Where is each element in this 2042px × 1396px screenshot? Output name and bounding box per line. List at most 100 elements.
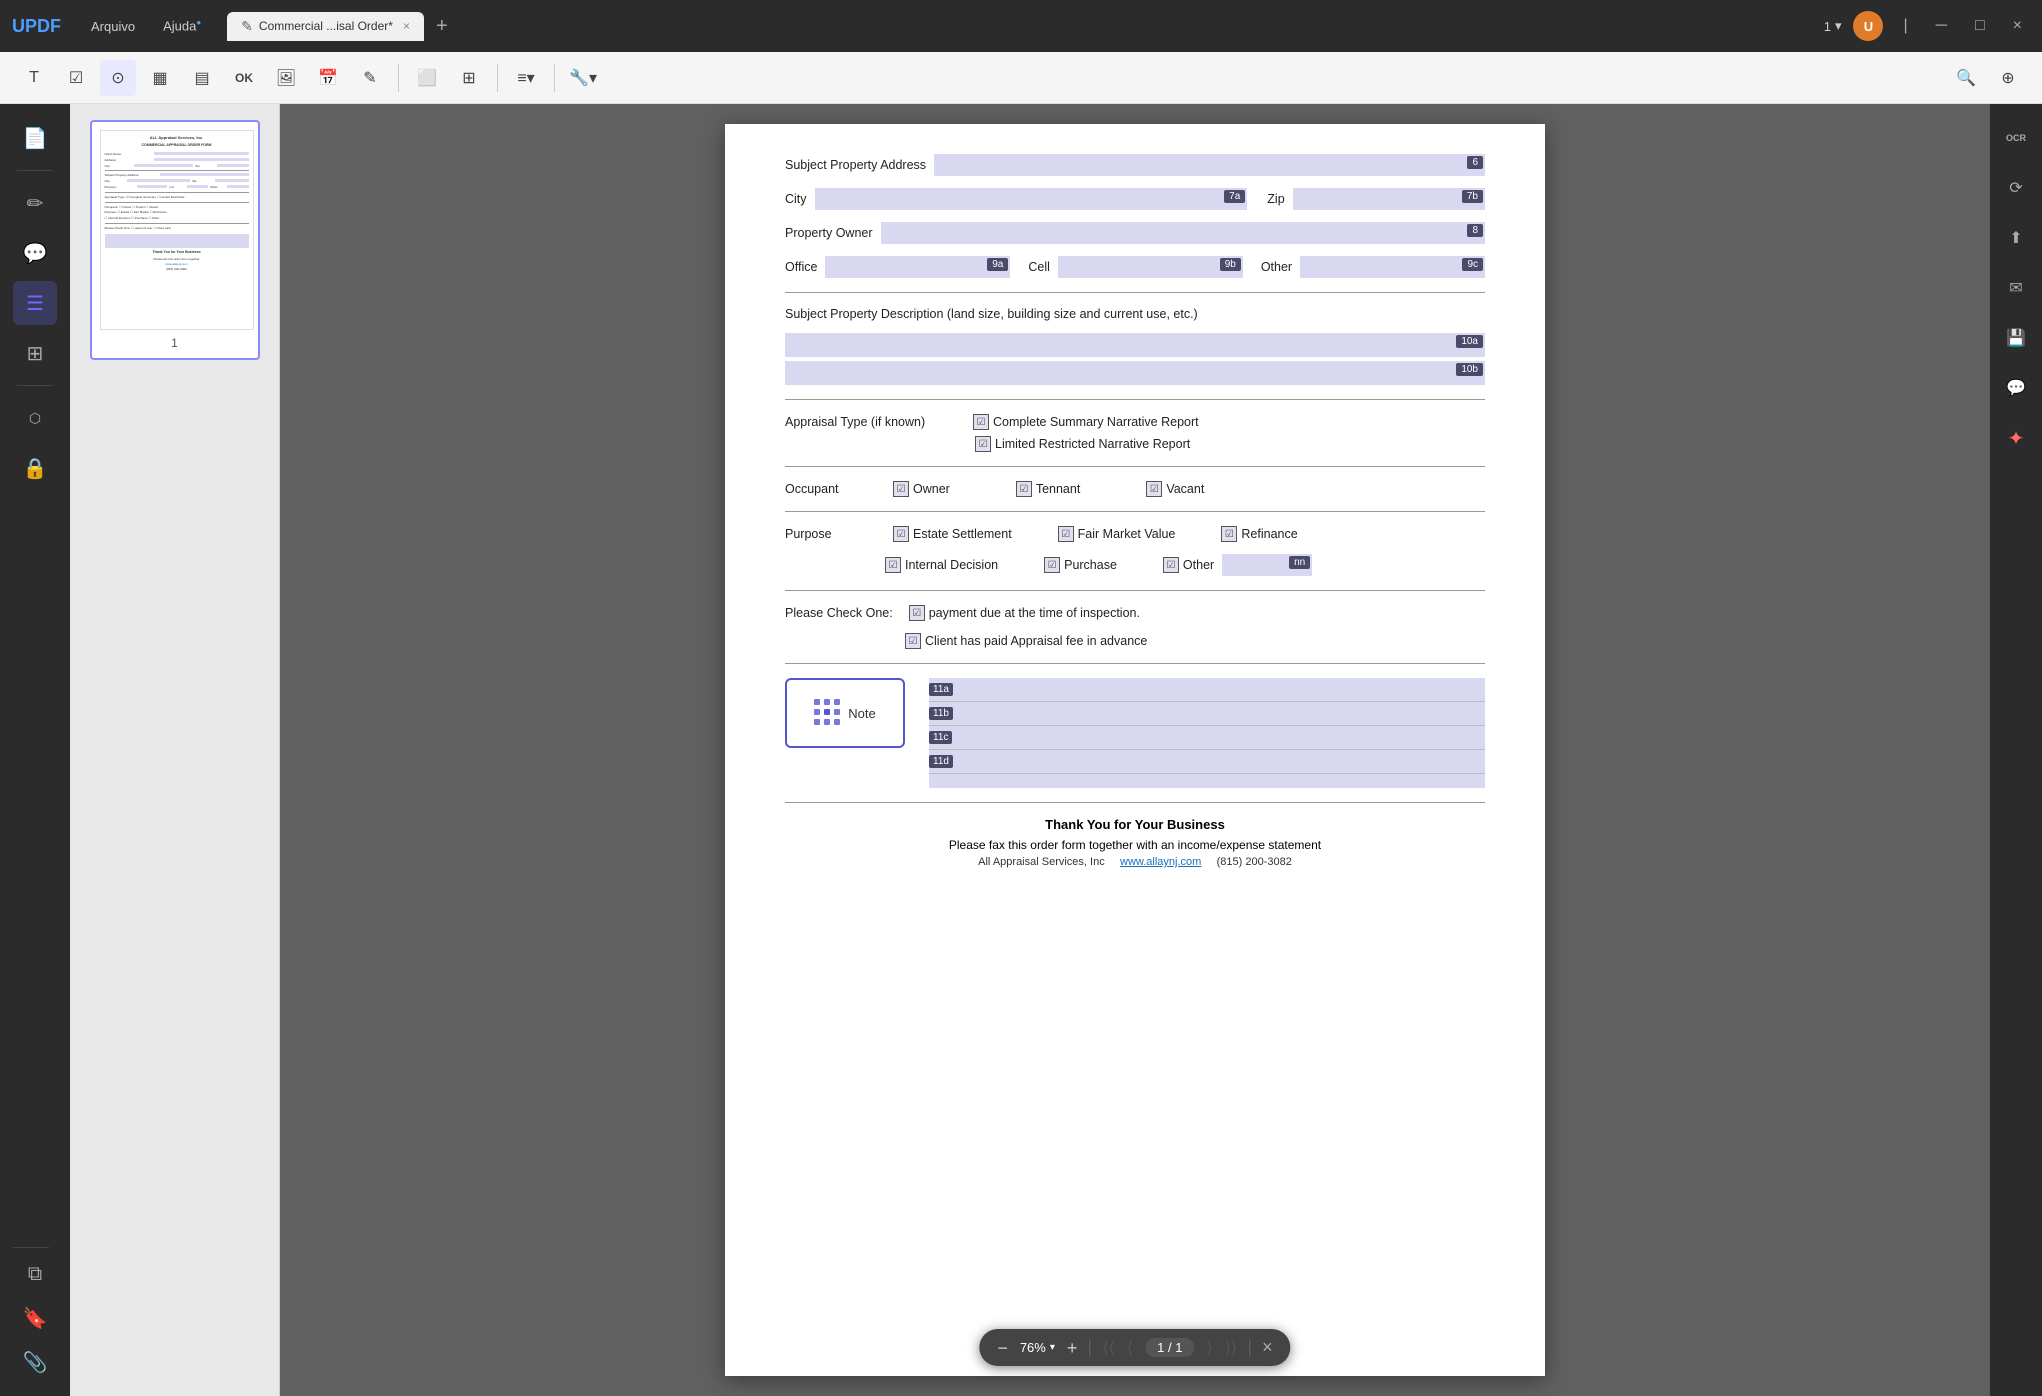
- tab-close-button[interactable]: ×: [403, 19, 410, 33]
- tennant-item[interactable]: ☑ Tennant: [1016, 481, 1080, 497]
- close-button[interactable]: ×: [2005, 15, 2030, 37]
- sidebar-organize-icon[interactable]: ⊞: [13, 331, 57, 375]
- vacant-item[interactable]: ☑ Vacant: [1146, 481, 1204, 497]
- text-tool-button[interactable]: T: [16, 60, 52, 96]
- purchase-checkbox[interactable]: ☑: [1044, 557, 1060, 573]
- city-field[interactable]: 7a: [815, 188, 1248, 210]
- right-upload-icon[interactable]: ⬆: [1994, 216, 2038, 260]
- right-chat-icon[interactable]: 💬: [1994, 366, 2038, 410]
- right-mail-icon[interactable]: ✉: [1994, 266, 2038, 310]
- sidebar-edit-icon[interactable]: ✏: [13, 181, 57, 225]
- right-star-icon[interactable]: ✦: [1994, 416, 2038, 460]
- zip-field[interactable]: 7b: [1293, 188, 1485, 210]
- sidebar-annotate-icon[interactable]: 💬: [13, 231, 57, 275]
- search-button[interactable]: 🔍: [1948, 60, 1984, 96]
- ok-tool-button[interactable]: OK: [226, 60, 262, 96]
- checkbox-tool-button[interactable]: ☑: [58, 60, 94, 96]
- subject-desc-field-a[interactable]: 10a: [785, 333, 1485, 357]
- minimize-button[interactable]: ─: [1928, 15, 1955, 37]
- sidebar-protect-icon[interactable]: 🔒: [13, 446, 57, 490]
- sidebar-attachment-icon[interactable]: 📎: [13, 1340, 57, 1384]
- current-tab[interactable]: ✎ Commercial ...isal Order* ×: [227, 12, 424, 41]
- sidebar-reader-icon[interactable]: 📄: [13, 116, 57, 160]
- zoom-out-button[interactable]: −: [997, 1339, 1008, 1357]
- website-link[interactable]: www.allaynj.com: [1120, 856, 1201, 868]
- image-tool-button[interactable]: 🖼: [268, 60, 304, 96]
- menu-ajuda[interactable]: Ajuda●: [153, 14, 211, 37]
- radio-tool-button[interactable]: ⊙: [100, 60, 136, 96]
- zoom-arrow[interactable]: ▾: [1050, 1342, 1055, 1353]
- sidebar-forms-icon[interactable]: ☰: [13, 281, 57, 325]
- fair-market-checkbox[interactable]: ☑: [1058, 526, 1074, 542]
- right-convert-icon[interactable]: ⟳: [1994, 166, 2038, 210]
- note-field-11d[interactable]: 11d: [929, 750, 1485, 774]
- internal-decision-checkbox[interactable]: ☑: [885, 557, 901, 573]
- right-save-icon[interactable]: 💾: [1994, 316, 2038, 360]
- client-paid-item[interactable]: ☑ Client has paid Appraisal fee in advan…: [905, 633, 1147, 649]
- note-field-11c[interactable]: 11c: [929, 726, 1485, 750]
- subject-address-field[interactable]: 6: [934, 154, 1485, 176]
- last-page-button[interactable]: ⟩⟩: [1225, 1338, 1237, 1358]
- zoom-level-display[interactable]: 76% ▾: [1020, 1340, 1055, 1355]
- zoom-button[interactable]: ⊕: [1990, 60, 2026, 96]
- align-tool-button[interactable]: ≡▾: [508, 60, 544, 96]
- other2-checkbox[interactable]: ☑: [1163, 557, 1179, 573]
- wrench-tool-button[interactable]: 🔧▾: [565, 60, 601, 96]
- right-sidebar: OCR ⟳ ⬆ ✉ 💾 💬 ✦: [1990, 104, 2042, 1396]
- right-ocr-icon[interactable]: OCR: [1994, 116, 2038, 160]
- property-owner-field[interactable]: 8: [881, 222, 1485, 244]
- internal-decision-item[interactable]: ☑ Internal Decision: [885, 557, 998, 573]
- sign-tool-button[interactable]: ✎: [352, 60, 388, 96]
- other2-field[interactable]: nn: [1222, 554, 1312, 576]
- estate-item[interactable]: ☑ Estate Settlement: [893, 526, 1012, 542]
- thumbnail-image-1: ALL Appraisal Services, Inc. COMMERCIAL …: [100, 130, 254, 330]
- office-field[interactable]: 9a: [825, 256, 1010, 278]
- limited-restricted-item[interactable]: ☑ Limited Restricted Narrative Report: [975, 436, 1190, 452]
- main-content: 📄 ✏ 💬 ☰ ⊞ ⬡ 🔒 ⧉ 🔖 📎 ALL Appraisal Servic…: [0, 104, 2042, 1396]
- zoom-in-button[interactable]: +: [1067, 1339, 1078, 1357]
- user-avatar[interactable]: U: [1853, 11, 1883, 41]
- other2-item[interactable]: ☑ Other nn: [1163, 554, 1312, 576]
- grid-tool-button[interactable]: ⊞: [451, 60, 487, 96]
- client-paid-checkbox[interactable]: ☑: [905, 633, 921, 649]
- other-field[interactable]: 9c: [1300, 256, 1485, 278]
- limited-restricted-checkbox[interactable]: ☑: [975, 436, 991, 452]
- prev-page-button[interactable]: ⟨: [1127, 1338, 1133, 1358]
- payment-due-item[interactable]: ☑ payment due at the time of inspection.: [909, 605, 1140, 621]
- first-page-button[interactable]: ⟨⟨: [1102, 1338, 1114, 1358]
- complete-summary-checkbox[interactable]: ☑: [973, 414, 989, 430]
- purchase-item[interactable]: ☑ Purchase: [1044, 557, 1117, 573]
- sidebar-bookmark-icon[interactable]: 🔖: [13, 1296, 57, 1340]
- note-field[interactable]: 11a 11b 11c 11d: [929, 678, 1485, 788]
- date-tool-button[interactable]: 📅: [310, 60, 346, 96]
- owner-item[interactable]: ☑ Owner: [893, 481, 950, 497]
- cell-field[interactable]: 9b: [1058, 256, 1243, 278]
- page-nav-arrow[interactable]: ▾: [1835, 18, 1842, 34]
- note-widget[interactable]: Note: [785, 678, 905, 748]
- owner-checkbox[interactable]: ☑: [893, 481, 909, 497]
- tennant-checkbox[interactable]: ☑: [1016, 481, 1032, 497]
- refinance-checkbox[interactable]: ☑: [1221, 526, 1237, 542]
- close-zoom-button[interactable]: ×: [1262, 1337, 1273, 1358]
- page-indicator: 1 / 1: [1145, 1338, 1194, 1357]
- refinance-item[interactable]: ☑ Refinance: [1221, 526, 1297, 542]
- complete-summary-item[interactable]: ☑ Complete Summary Narrative Report: [973, 414, 1199, 430]
- sidebar-convert-icon[interactable]: ⬡: [13, 396, 57, 440]
- thumbnail-page-1[interactable]: ALL Appraisal Services, Inc. COMMERCIAL …: [90, 120, 260, 360]
- subject-desc-field-b[interactable]: 10b: [785, 361, 1485, 385]
- list-tool-button[interactable]: ▤: [184, 60, 220, 96]
- vacant-checkbox[interactable]: ☑: [1146, 481, 1162, 497]
- payment-due-checkbox[interactable]: ☑: [909, 605, 925, 621]
- menu-arquivo[interactable]: Arquivo: [81, 15, 145, 38]
- maximize-button[interactable]: □: [1967, 15, 1993, 37]
- pdf-area[interactable]: Subject Property Address 6 City 7a Zip 7…: [280, 104, 1990, 1396]
- fair-market-item[interactable]: ☑ Fair Market Value: [1058, 526, 1176, 542]
- note-field-11a[interactable]: 11a: [929, 678, 1485, 702]
- form-tool-button[interactable]: ⬜: [409, 60, 445, 96]
- note-field-11b[interactable]: 11b: [929, 702, 1485, 726]
- estate-checkbox[interactable]: ☑: [893, 526, 909, 542]
- combo-tool-button[interactable]: ▦: [142, 60, 178, 96]
- sidebar-layers-icon[interactable]: ⧉: [13, 1252, 57, 1296]
- next-page-button[interactable]: ⟩: [1206, 1338, 1212, 1358]
- add-tab-button[interactable]: +: [428, 13, 456, 40]
